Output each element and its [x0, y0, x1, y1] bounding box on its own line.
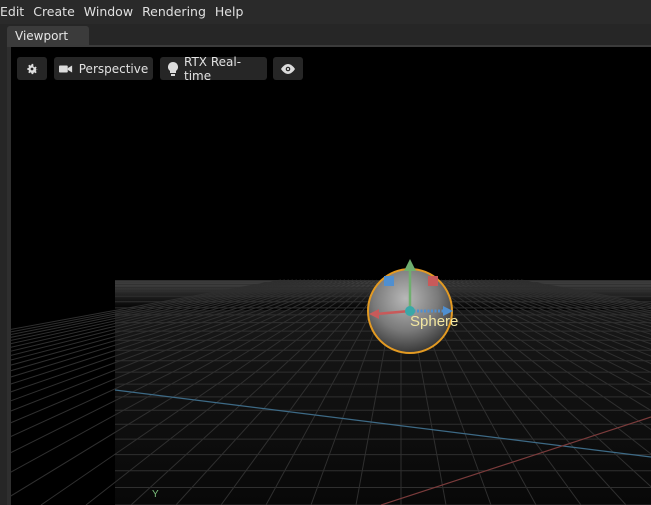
viewport-settings-button[interactable] [17, 57, 47, 80]
panel-left-edge [0, 47, 7, 505]
object-label: Sphere [410, 313, 458, 330]
renderer-selector[interactable]: RTX Real-time [160, 54, 267, 83]
menu-window[interactable]: Window [84, 0, 138, 24]
eye-icon [280, 63, 296, 74]
camera-selector[interactable]: Perspective [54, 57, 153, 80]
visibility-button[interactable] [273, 57, 303, 80]
camera-icon [58, 63, 73, 75]
menu-rendering[interactable]: Rendering [142, 0, 211, 24]
gizmo-plane-handle-blue [384, 276, 394, 286]
axis-y-label: Y [152, 489, 159, 500]
gizmo-plane-handle-red [428, 276, 438, 286]
gear-icon [25, 62, 39, 76]
tab-bar: Viewport [0, 24, 651, 47]
menu-bar: Edit Create Window Rendering Help [0, 0, 651, 25]
menu-help[interactable]: Help [215, 0, 249, 24]
renderer-label: RTX Real-time [184, 54, 242, 83]
gizmo-y-arrow [404, 259, 416, 271]
camera-label: Perspective [78, 61, 149, 76]
tab-viewport[interactable]: Viewport [7, 26, 89, 47]
viewport[interactable]: Sphere Y Perspective RTX Real-time [11, 47, 651, 505]
scene-canvas[interactable]: Sphere Y [11, 47, 651, 505]
menu-create[interactable]: Create [33, 0, 80, 24]
menu-edit[interactable]: Edit [0, 0, 29, 24]
lightbulb-icon [168, 61, 178, 76]
